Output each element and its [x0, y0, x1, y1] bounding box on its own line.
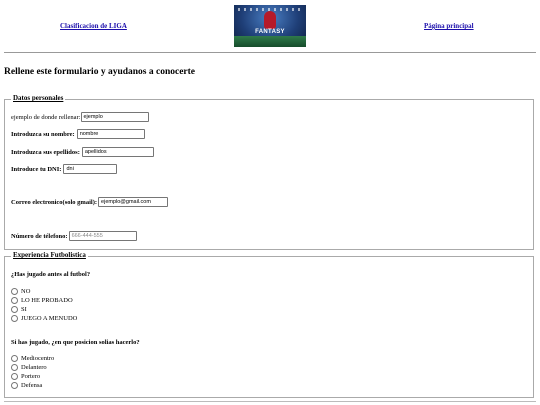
radio-button[interactable] — [11, 355, 18, 362]
surname-label: Introduzca sus epellidos: — [11, 148, 80, 156]
played-before-question: ¿Has jugado antes al futbol? — [11, 271, 91, 278]
pitch-strip — [234, 36, 306, 47]
option-label: LO HE PROBADO — [21, 297, 73, 304]
radio-button[interactable] — [11, 288, 18, 295]
logo-text: FANTASY — [255, 29, 285, 35]
option-label: SI — [21, 306, 27, 313]
played-option[interactable]: LO HE PROBADO — [11, 297, 73, 304]
position-question: Si has jugado, ¿en que posicion solias h… — [11, 339, 140, 346]
option-label: JUEGO A MENUDO — [21, 315, 78, 322]
header-divider — [4, 52, 536, 53]
name-row: Introduzca su nombre: nombre — [11, 129, 145, 139]
phone-input[interactable]: 666-444-555 — [68, 231, 137, 241]
name-input[interactable]: nombre — [76, 129, 145, 139]
played-option[interactable]: SI — [11, 306, 27, 313]
radio-button[interactable] — [11, 364, 18, 371]
option-label: Mediocentro — [21, 355, 55, 362]
radio-button[interactable] — [11, 315, 18, 322]
position-option[interactable]: Defensa — [11, 382, 42, 389]
personal-data-fieldset: Datos personales ejemplo de donde rellen… — [4, 94, 534, 250]
played-option[interactable]: NO — [11, 288, 30, 295]
fantasy-logo[interactable]: FANTASY — [234, 5, 306, 47]
example-row: ejemplo de donde rellenar: ejemplo — [11, 112, 149, 122]
radio-button[interactable] — [11, 382, 18, 389]
phone-row: Número de télefono: 666-444-555 — [11, 231, 137, 241]
football-experience-legend: Experiencia Futbolistica — [11, 251, 88, 259]
radio-button[interactable] — [11, 373, 18, 380]
surname-row: Introduzca sus epellidos: apellidos — [11, 147, 154, 157]
dni-row: Introduce tu DNI: dni — [11, 164, 118, 174]
position-option[interactable]: Portero — [11, 373, 40, 380]
name-label: Introduzca su nombre: — [11, 130, 75, 138]
position-option[interactable]: Mediocentro — [11, 355, 54, 362]
dni-label: Introduce tu DNI: — [11, 165, 62, 173]
league-table-link[interactable]: Clasificacion de LIGA — [60, 22, 127, 30]
header: Clasificacion de LIGA FANTASY Página pri… — [0, 0, 540, 52]
option-label: Defensa — [21, 382, 43, 389]
personal-data-legend: Datos personales — [11, 94, 66, 102]
surname-input[interactable]: apellidos — [81, 147, 154, 157]
example-label: ejemplo de donde rellenar: — [11, 113, 81, 121]
email-label: Correo electronico(solo gmail): — [11, 198, 98, 206]
home-page-link[interactable]: Página principal — [424, 22, 474, 30]
phone-label: Número de télefono: — [11, 232, 68, 240]
email-row: Correo electronico(solo gmail): ejemplo@… — [11, 197, 169, 207]
option-label: Delantero — [21, 364, 47, 371]
option-label: NO — [21, 288, 31, 295]
example-input[interactable]: ejemplo — [80, 112, 149, 122]
football-experience-fieldset: Experiencia Futbolistica ¿Has jugado ant… — [4, 251, 534, 398]
bottom-divider — [4, 401, 536, 402]
player-silhouette — [264, 11, 276, 29]
page-title: Rellene este formulario y ayudanos a con… — [4, 67, 196, 77]
played-option[interactable]: JUEGO A MENUDO — [11, 315, 77, 322]
position-option[interactable]: Delantero — [11, 364, 47, 371]
email-input[interactable]: ejemplo@gmail.com — [98, 197, 169, 207]
radio-button[interactable] — [11, 306, 18, 313]
option-label: Portero — [21, 373, 41, 380]
dni-input[interactable]: dni — [63, 164, 118, 174]
radio-button[interactable] — [11, 297, 18, 304]
